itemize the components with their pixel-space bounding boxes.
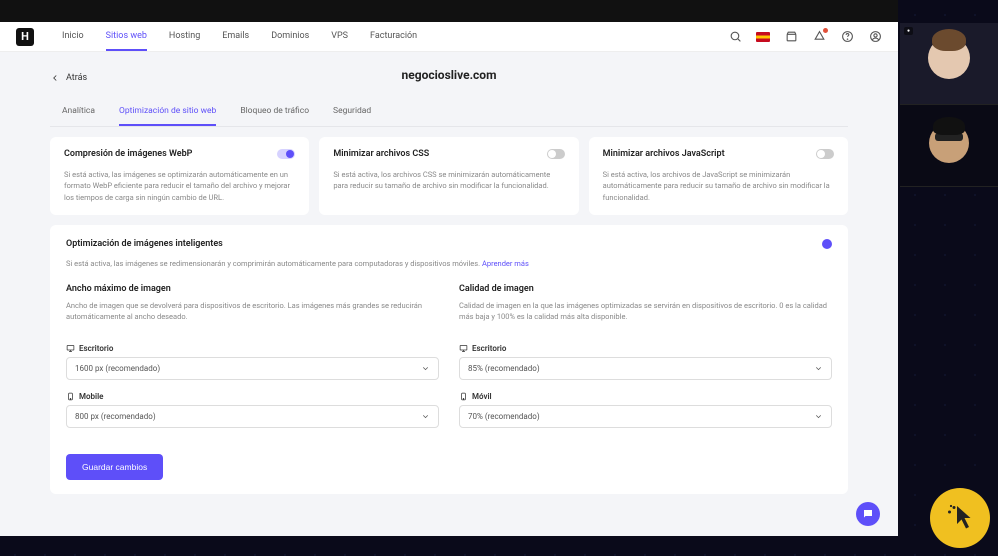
chevron-down-icon bbox=[814, 364, 823, 373]
top-nav: H Inicio Sitios web Hosting Emails Domin… bbox=[0, 22, 898, 52]
chevron-down-icon bbox=[814, 412, 823, 421]
smart-title: Optimización de imágenes inteligentes bbox=[66, 239, 223, 249]
select-mobile-width[interactable]: 800 px (recomendado) bbox=[66, 405, 439, 428]
card-css-desc: Si está activa, los archivos CSS se mini… bbox=[333, 169, 564, 192]
card-webp-desc: Si está activa, las imágenes se optimiza… bbox=[64, 169, 295, 203]
tab-seguridad[interactable]: Seguridad bbox=[333, 100, 371, 126]
select-mobile-quality[interactable]: 70% (recomendado) bbox=[459, 405, 832, 428]
desktop-icon bbox=[66, 344, 75, 353]
brand-logo[interactable]: H bbox=[16, 28, 34, 46]
card-css-title: Minimizar archivos CSS bbox=[333, 149, 429, 159]
search-icon[interactable] bbox=[728, 30, 742, 44]
col-max-width: Ancho máximo de imagen Ancho de imagen q… bbox=[66, 284, 439, 440]
language-flag-icon[interactable] bbox=[756, 30, 770, 44]
account-icon[interactable] bbox=[868, 30, 882, 44]
nav-hosting[interactable]: Hosting bbox=[169, 23, 200, 51]
label-desktop-quality: Escritorio bbox=[459, 344, 832, 353]
label-mobile-width: Mobile bbox=[66, 392, 439, 401]
col-max-width-title: Ancho máximo de imagen bbox=[66, 284, 439, 294]
col-quality: Calidad de imagen Calidad de imagen en l… bbox=[459, 284, 832, 440]
label-mobile-quality: Móvil bbox=[459, 392, 832, 401]
webcam-overlay: ● bbox=[900, 23, 998, 187]
window-titlebar bbox=[0, 0, 898, 22]
col-quality-desc: Calidad de imagen en la que las imágenes… bbox=[459, 300, 832, 330]
toggle-css[interactable] bbox=[547, 149, 565, 159]
notifications-icon[interactable] bbox=[812, 30, 826, 44]
card-css: Minimizar archivos CSS Si está activa, l… bbox=[319, 137, 578, 215]
chat-fab[interactable] bbox=[856, 502, 880, 526]
help-icon[interactable] bbox=[840, 30, 854, 44]
nav-inicio[interactable]: Inicio bbox=[62, 23, 84, 51]
app-window: H Inicio Sitios web Hosting Emails Domin… bbox=[0, 0, 898, 536]
back-button[interactable]: Atrás bbox=[50, 73, 87, 83]
learn-more-link[interactable]: Aprender más bbox=[482, 259, 529, 268]
webcam-1-label: ● bbox=[904, 27, 913, 35]
nav-items: Inicio Sitios web Hosting Emails Dominio… bbox=[62, 23, 417, 51]
sub-tabs: Analítica Optimización de sitio web Bloq… bbox=[50, 100, 848, 127]
smart-desc: Si está activa, las imágenes se redimens… bbox=[66, 259, 832, 268]
tab-bloqueo[interactable]: Bloqueo de tráfico bbox=[240, 100, 309, 126]
tab-optimizacion[interactable]: Optimización de sitio web bbox=[119, 100, 216, 126]
select-desktop-quality[interactable]: 85% (recomendado) bbox=[459, 357, 832, 380]
nav-vps[interactable]: VPS bbox=[331, 23, 348, 51]
col-quality-title: Calidad de imagen bbox=[459, 284, 832, 294]
select-desktop-width[interactable]: 1600 px (recomendado) bbox=[66, 357, 439, 380]
chat-icon bbox=[862, 508, 874, 520]
mobile-icon bbox=[66, 392, 75, 401]
webcam-2 bbox=[900, 105, 998, 187]
nav-sitios-web[interactable]: Sitios web bbox=[106, 23, 147, 51]
save-button[interactable]: Guardar cambios bbox=[66, 454, 163, 480]
label-desktop-width: Escritorio bbox=[66, 344, 439, 353]
card-js-desc: Si está activa, los archivos de JavaScri… bbox=[603, 169, 834, 203]
chevron-down-icon bbox=[421, 412, 430, 421]
chevron-down-icon bbox=[421, 364, 430, 373]
store-icon[interactable] bbox=[784, 30, 798, 44]
card-js-title: Minimizar archivos JavaScript bbox=[603, 149, 725, 159]
nav-dominios[interactable]: Dominios bbox=[271, 23, 309, 51]
page-title: negocioslive.com bbox=[402, 68, 497, 82]
toggle-webp[interactable] bbox=[277, 149, 295, 159]
card-js: Minimizar archivos JavaScript Si está ac… bbox=[589, 137, 848, 215]
nav-facturacion[interactable]: Facturación bbox=[370, 23, 417, 51]
tab-analitica[interactable]: Analítica bbox=[62, 100, 95, 126]
pointer-graphic-icon bbox=[930, 488, 990, 548]
card-smart-images: Optimización de imágenes inteligentes Si… bbox=[50, 225, 848, 494]
col-max-width-desc: Ancho de imagen que se devolverá para di… bbox=[66, 300, 439, 330]
back-label: Atrás bbox=[66, 73, 87, 83]
main-content: Atrás negocioslive.com Analítica Optimiz… bbox=[0, 52, 898, 536]
card-webp: Compresión de imágenes WebP Si está acti… bbox=[50, 137, 309, 215]
card-webp-title: Compresión de imágenes WebP bbox=[64, 149, 192, 159]
mobile-icon bbox=[459, 392, 468, 401]
toggle-js[interactable] bbox=[816, 149, 834, 159]
desktop-icon bbox=[459, 344, 468, 353]
webcam-1: ● bbox=[900, 23, 998, 105]
toggle-smart-images[interactable] bbox=[822, 239, 832, 249]
nav-emails[interactable]: Emails bbox=[222, 23, 249, 51]
